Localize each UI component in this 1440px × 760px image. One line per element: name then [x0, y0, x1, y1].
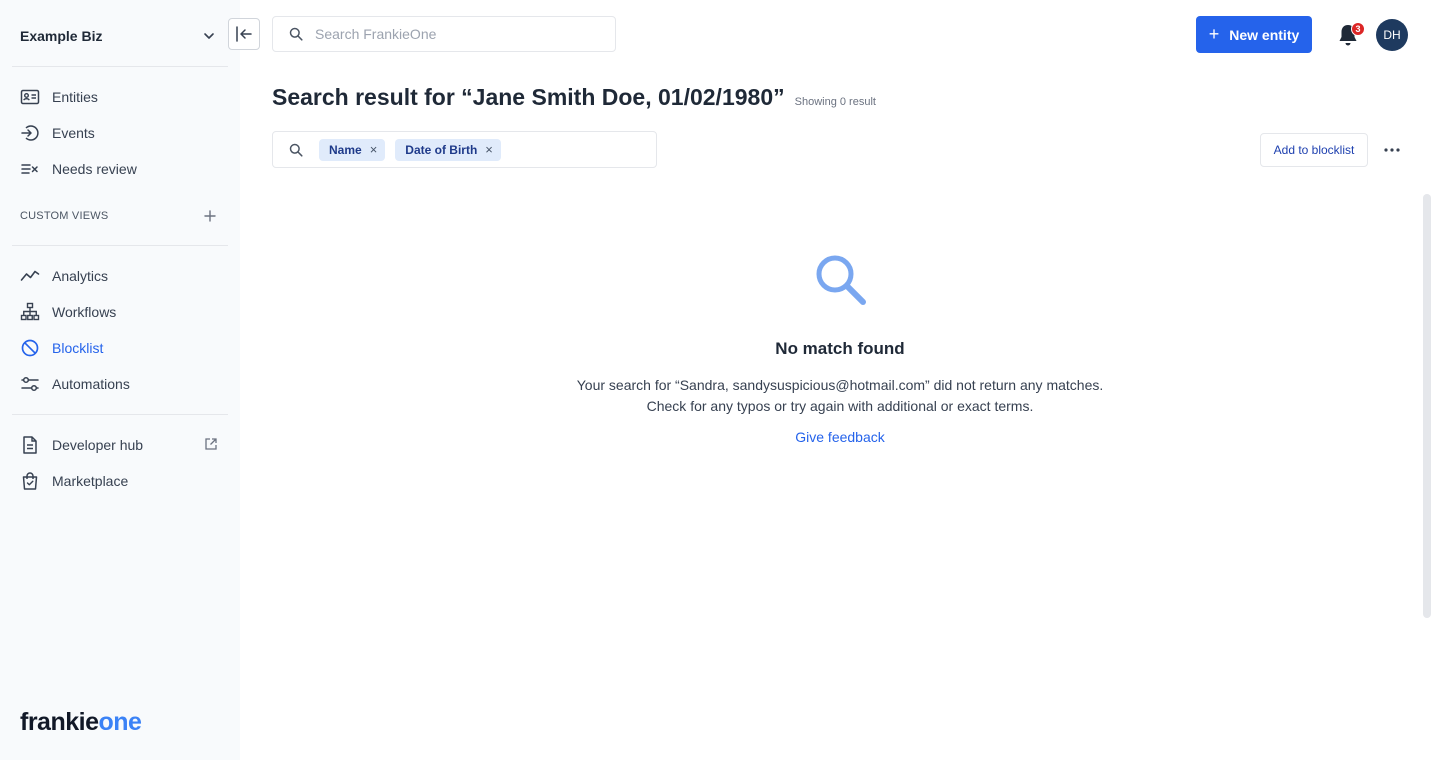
hierarchy-icon: [20, 302, 40, 322]
add-custom-view-button[interactable]: [202, 208, 218, 224]
filter-chip-name: Name ×: [319, 138, 386, 161]
sidebar-item-label: Events: [52, 125, 95, 141]
frankieone-logo: frankieone: [20, 708, 142, 737]
sidebar-divider: [12, 245, 228, 246]
shopping-bag-icon: [20, 471, 40, 491]
logo-part-one: one: [98, 708, 142, 736]
review-list-icon: [20, 159, 40, 179]
remove-filter-icon[interactable]: ×: [370, 142, 378, 157]
collapse-left-icon: [236, 26, 252, 42]
page-title: Search result for “Jane Smith Doe, 01/02…: [272, 84, 785, 110]
sidebar-item-label: Analytics: [52, 268, 109, 284]
sidebar-item-label: Blocklist: [52, 340, 104, 356]
sidebar: Example Biz Entities Events Needs review…: [0, 0, 240, 760]
sidebar-item-workflows[interactable]: Workflows: [20, 300, 220, 324]
sidebar-item-label: Entities: [52, 89, 98, 105]
sidebar-item-automations[interactable]: Automations: [20, 372, 220, 396]
sidebar-item-label: Needs review: [52, 161, 137, 177]
empty-state-message: Your search for “Sandra, sandysuspicious…: [440, 375, 1240, 417]
sidebar-item-analytics[interactable]: Analytics: [20, 264, 220, 288]
sidebar-item-blocklist[interactable]: Blocklist: [20, 336, 220, 360]
empty-state-line: Your search for “Sandra, sandysuspicious…: [576, 377, 1104, 393]
ellipsis-icon: [1384, 148, 1400, 152]
plus-icon: [204, 210, 216, 222]
sidebar-divider: [12, 66, 228, 67]
scrollbar[interactable]: [1423, 194, 1431, 618]
empty-state: No match found Your search for “Sandra, …: [440, 250, 1240, 447]
sidebar-item-label: Marketplace: [52, 473, 129, 489]
page-title-row: Search result for “Jane Smith Doe, 01/02…: [272, 84, 876, 111]
sidebar-item-developer-hub[interactable]: Developer hub: [20, 433, 218, 457]
new-entity-button[interactable]: + New entity: [1196, 16, 1312, 53]
org-name: Example Biz: [20, 28, 103, 44]
id-card-icon: [20, 87, 40, 107]
plus-icon: +: [1208, 24, 1220, 44]
custom-views-label: CUSTOM VIEWS: [20, 210, 109, 222]
empty-state-title: No match found: [775, 339, 905, 358]
sign-in-icon: [20, 123, 40, 143]
external-link-icon: [204, 437, 218, 456]
document-icon: [20, 435, 40, 455]
block-icon: [20, 338, 40, 358]
user-avatar[interactable]: DH: [1376, 19, 1408, 51]
trend-line-icon: [20, 266, 40, 286]
sidebar-item-entities[interactable]: Entities: [20, 85, 220, 109]
filter-chip-label: Date of Birth: [405, 142, 478, 157]
empty-state-line: Check for any typos or try again with ad…: [646, 398, 1034, 414]
collapse-sidebar-button[interactable]: [228, 18, 260, 50]
sidebar-item-events[interactable]: Events: [20, 121, 220, 145]
sidebar-item-label: Workflows: [52, 304, 117, 320]
custom-views-header: CUSTOM VIEWS: [20, 208, 218, 224]
logo-part-frankie: frankie: [20, 708, 99, 736]
result-count: Showing 0 result: [794, 96, 876, 108]
search-icon: [289, 143, 303, 157]
magnifier-icon: [816, 255, 866, 305]
search-filter-bar[interactable]: Name × Date of Birth ×: [272, 131, 657, 168]
chevron-down-icon: [204, 33, 214, 39]
notification-count-badge: 3: [1351, 22, 1365, 36]
sidebar-item-label: Developer hub: [52, 437, 144, 453]
sidebar-divider: [12, 414, 228, 415]
sidebar-item-marketplace[interactable]: Marketplace: [20, 469, 220, 493]
sliders-icon: [20, 374, 40, 394]
global-search-input[interactable]: [315, 26, 595, 42]
remove-filter-icon[interactable]: ×: [485, 142, 493, 157]
org-switcher[interactable]: Example Biz: [20, 26, 216, 46]
give-feedback-link[interactable]: Give feedback: [795, 429, 885, 445]
filter-chip-date-of-birth: Date of Birth ×: [395, 138, 501, 161]
sidebar-item-label: Automations: [52, 376, 130, 392]
filter-chip-label: Name: [329, 142, 362, 157]
new-entity-label: New entity: [1229, 26, 1300, 43]
sidebar-item-needs-review[interactable]: Needs review: [20, 157, 220, 181]
add-to-blocklist-button[interactable]: Add to blocklist: [1260, 133, 1368, 167]
global-search[interactable]: [272, 16, 616, 52]
search-icon: [289, 27, 303, 41]
more-options-button[interactable]: [1380, 138, 1404, 162]
